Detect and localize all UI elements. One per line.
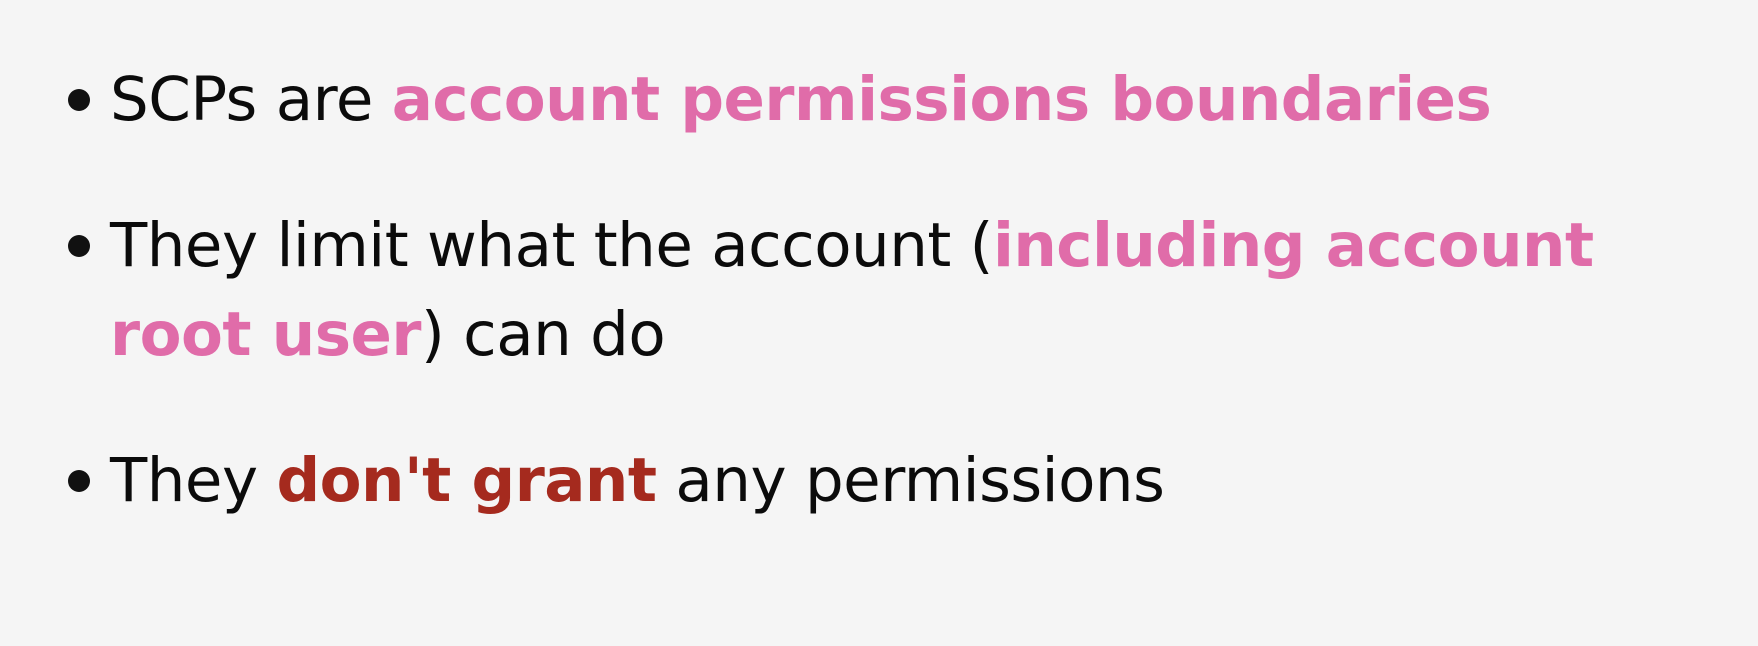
- bullet-2-prefix: They limit what the account (: [110, 210, 993, 281]
- bullet-dot-icon: [68, 470, 90, 492]
- bullet-1-highlight: account permissions boundaries: [391, 64, 1492, 135]
- bullet-dot-icon: [68, 89, 90, 111]
- bullet-3-prefix: They: [110, 445, 277, 516]
- bullet-item-3: They don't grant any permissions: [62, 436, 1722, 525]
- bullet-3-suffix: any permissions: [656, 445, 1165, 516]
- bullet-dot-icon: [68, 235, 90, 257]
- bullet-item-1: SCPs are account permissions boundaries: [62, 55, 1722, 144]
- bullet-item-2: They limit what the account (including a…: [62, 201, 1722, 379]
- bullet-1-prefix: SCPs are: [110, 64, 392, 135]
- bullet-list: SCPs are account permissions boundaries …: [62, 55, 1722, 525]
- bullet-3-highlight: don't grant: [276, 445, 657, 516]
- slide: SCPs are account permissions boundaries …: [0, 0, 1758, 646]
- bullet-2-suffix: ) can do: [420, 299, 666, 370]
